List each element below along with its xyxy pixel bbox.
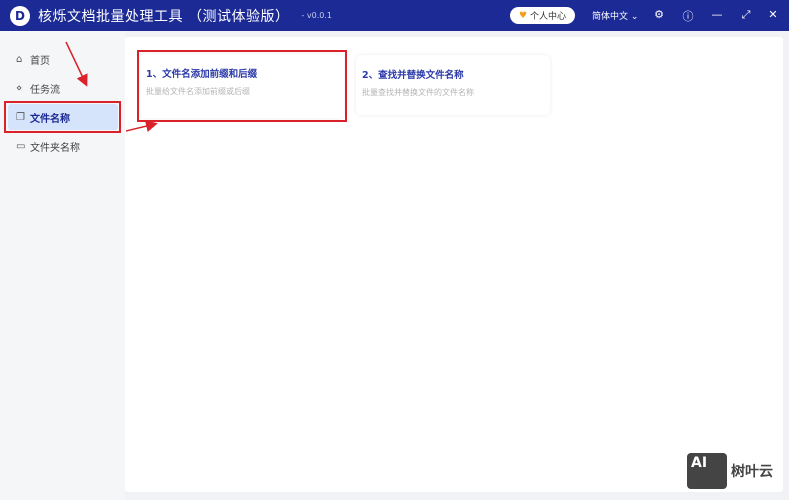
watermark-logo: AI — [687, 453, 727, 489]
annotation-arrow — [125, 120, 158, 132]
watermark: AI 树叶云 — [687, 453, 773, 489]
watermark-text: 树叶云 — [731, 464, 773, 480]
annotation-arrows — [65, 41, 158, 132]
annotation-arrow — [65, 41, 88, 87]
